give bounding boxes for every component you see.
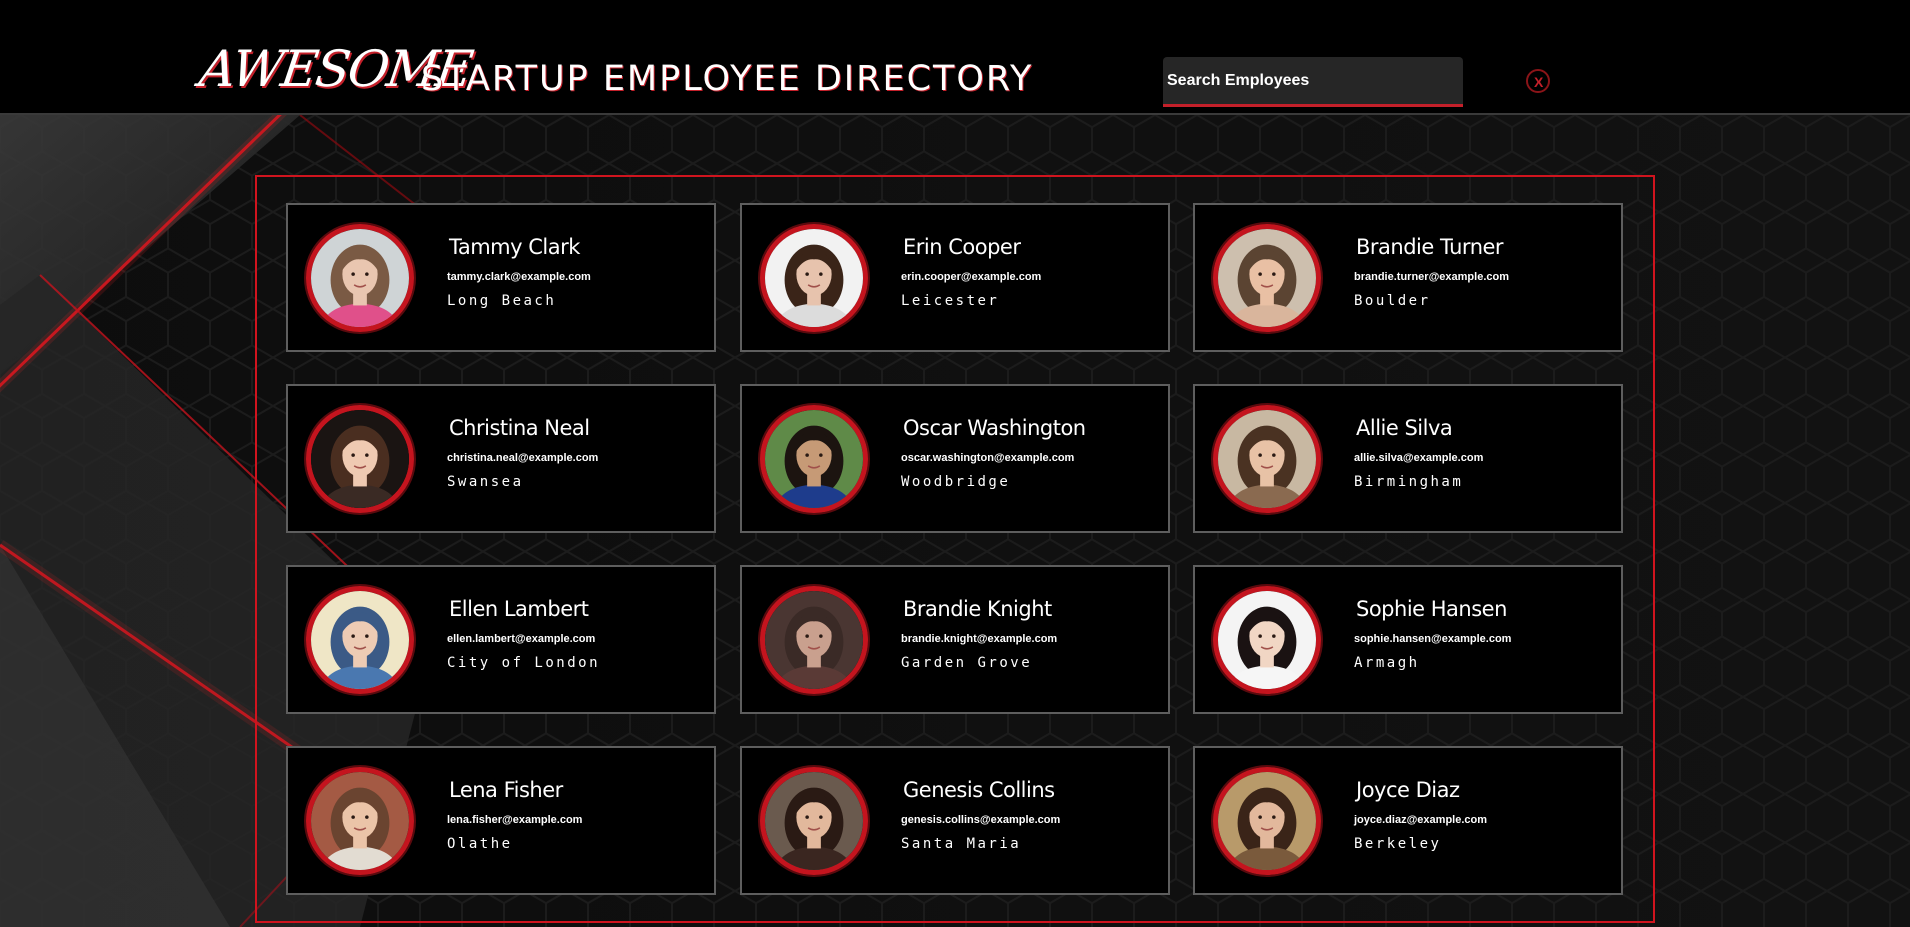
employee-email: oscar.washington@example.com: [901, 452, 1075, 464]
employee-name: Oscar Washington: [903, 416, 1086, 440]
avatar: [306, 586, 414, 694]
clear-search-button[interactable]: X: [1526, 69, 1550, 93]
employee-location: Swansea: [447, 474, 524, 490]
employee-email: ellen.lambert@example.com: [447, 633, 596, 645]
employee-location: Woodbridge: [901, 474, 1011, 490]
employee-card[interactable]: Ellen Lambert ellen.lambert@example.com Ci…: [286, 565, 716, 714]
employee-name: Erin Cooper: [903, 235, 1021, 259]
employee-location: Berkeley: [1354, 836, 1442, 852]
employee-email: tammy.clark@example.com: [447, 271, 591, 283]
avatar: [1213, 586, 1321, 694]
page: AWESOME STARTUP EMPLOYEE DIRECTORY X Tam…: [0, 0, 1910, 927]
employee-name: Allie Silva: [1356, 416, 1453, 440]
header: AWESOME STARTUP EMPLOYEE DIRECTORY X: [0, 0, 1910, 115]
employee-card[interactable]: Genesis Collins genesis.collins@example.c…: [740, 746, 1170, 895]
employee-name: Tammy Clark: [449, 235, 580, 259]
employee-name: Ellen Lambert: [449, 597, 589, 621]
avatar: [306, 405, 414, 513]
employee-email: brandie.knight@example.com: [901, 633, 1058, 645]
employee-email: brandie.turner@example.com: [1354, 271, 1509, 283]
employee-location: Santa Maria: [901, 836, 1022, 852]
employee-card[interactable]: Brandie Turner brandie.turner@example.com…: [1193, 203, 1623, 352]
employee-email: christina.neal@example.com: [447, 452, 599, 464]
avatar: [760, 586, 868, 694]
employee-location: Leicester: [901, 293, 1000, 309]
employee-card[interactable]: Joyce Diaz joyce.diaz@example.com Berkeley: [1193, 746, 1623, 895]
employee-location: Garden Grove: [901, 655, 1033, 671]
employee-location: Boulder: [1354, 293, 1431, 309]
employee-location: Long Beach: [447, 293, 557, 309]
employee-name: Brandie Turner: [1356, 235, 1504, 259]
employee-location: City of London: [447, 655, 601, 671]
avatar: [1213, 767, 1321, 875]
avatar: [760, 405, 868, 513]
employee-card[interactable]: Allie Silva allie.silva@example.com Birmin…: [1193, 384, 1623, 533]
employee-location: Armagh: [1354, 655, 1420, 671]
employee-card[interactable]: Erin Cooper erin.cooper@example.com Leices…: [740, 203, 1170, 352]
page-title: STARTUP EMPLOYEE DIRECTORY: [421, 59, 1034, 99]
employee-email: joyce.diaz@example.com: [1354, 814, 1488, 826]
employee-email: allie.silva@example.com: [1354, 452, 1484, 464]
employee-card[interactable]: Sophie Hansen sophie.hansen@example.com Ar…: [1193, 565, 1623, 714]
employee-card[interactable]: Christina Neal christina.neal@example.com…: [286, 384, 716, 533]
employee-gallery: Tammy Clark tammy.clark@example.com Long B…: [255, 175, 1655, 923]
employee-name: Brandie Knight: [903, 597, 1052, 621]
employee-email: genesis.collins@example.com: [901, 814, 1061, 826]
employee-card[interactable]: Oscar Washington oscar.washington@example…: [740, 384, 1170, 533]
avatar: [306, 767, 414, 875]
employee-card[interactable]: Brandie Knight brandie.knight@example.com…: [740, 565, 1170, 714]
employee-card[interactable]: Tammy Clark tammy.clark@example.com Long B…: [286, 203, 716, 352]
avatar: [1213, 224, 1321, 332]
employee-location: Birmingham: [1354, 474, 1464, 490]
avatar: [760, 224, 868, 332]
employee-name: Christina Neal: [449, 416, 590, 440]
employee-name: Lena Fisher: [449, 778, 563, 802]
employee-email: sophie.hansen@example.com: [1354, 633, 1512, 645]
employee-card[interactable]: Lena Fisher lena.fisher@example.com Olathe: [286, 746, 716, 895]
avatar: [306, 224, 414, 332]
employee-email: lena.fisher@example.com: [447, 814, 583, 826]
employee-name: Sophie Hansen: [1356, 597, 1507, 621]
employee-name: Genesis Collins: [903, 778, 1055, 802]
avatar: [760, 767, 868, 875]
employee-email: erin.cooper@example.com: [901, 271, 1042, 283]
employee-name: Joyce Diaz: [1356, 778, 1460, 802]
employee-location: Olathe: [447, 836, 513, 852]
search-input[interactable]: [1163, 57, 1463, 107]
avatar: [1213, 405, 1321, 513]
